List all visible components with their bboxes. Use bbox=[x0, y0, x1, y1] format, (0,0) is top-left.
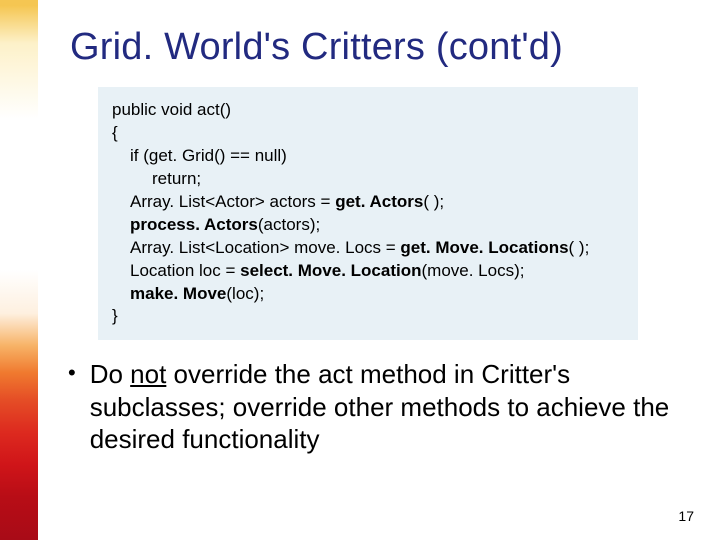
code-bold: make. Move bbox=[130, 284, 226, 303]
code-text: (actors); bbox=[258, 215, 320, 234]
code-line: Array. List<Location> move. Locs = get. … bbox=[112, 237, 624, 260]
code-line: } bbox=[112, 305, 624, 328]
code-bold: get. Move. Locations bbox=[400, 238, 568, 257]
text: act bbox=[318, 359, 353, 389]
code-text: (loc); bbox=[226, 284, 264, 303]
bullet-marker: • bbox=[68, 358, 76, 388]
code-line: process. Actors(actors); bbox=[112, 214, 624, 237]
code-text: ( ); bbox=[569, 238, 590, 257]
code-text: Location loc = bbox=[130, 261, 240, 280]
code-text: (move. Locs); bbox=[422, 261, 525, 280]
code-bold: process. Actors bbox=[130, 215, 258, 234]
code-line: Array. List<Actor> actors = get. Actors(… bbox=[112, 191, 624, 214]
page-number: 17 bbox=[678, 508, 694, 524]
slide-title: Grid. World's Critters (cont'd) bbox=[70, 26, 680, 69]
code-text: ( ); bbox=[423, 192, 444, 211]
code-line: public void act() bbox=[112, 99, 624, 122]
code-line: { bbox=[112, 122, 624, 145]
code-line: Location loc = select. Move. Location(mo… bbox=[112, 260, 624, 283]
code-bold: get. Actors bbox=[335, 192, 423, 211]
code-line: return; bbox=[112, 168, 624, 191]
slide-body: Grid. World's Critters (cont'd) public v… bbox=[0, 0, 720, 540]
bullet-item: • Do not override the act method in Crit… bbox=[70, 358, 680, 456]
code-bold: select. Move. Location bbox=[240, 261, 421, 280]
code-text: Array. List<Actor> actors = bbox=[130, 192, 335, 211]
text-underline: not bbox=[130, 359, 166, 389]
code-line: make. Move(loc); bbox=[112, 283, 624, 306]
code-block: public void act() { if (get. Grid() == n… bbox=[98, 87, 638, 340]
text: override the bbox=[166, 359, 318, 389]
code-line: if (get. Grid() == null) bbox=[112, 145, 624, 168]
code-text: Array. List<Location> move. Locs = bbox=[130, 238, 400, 257]
bullet-text: Do not override the act method in Critte… bbox=[90, 358, 680, 456]
text: Do bbox=[90, 359, 130, 389]
